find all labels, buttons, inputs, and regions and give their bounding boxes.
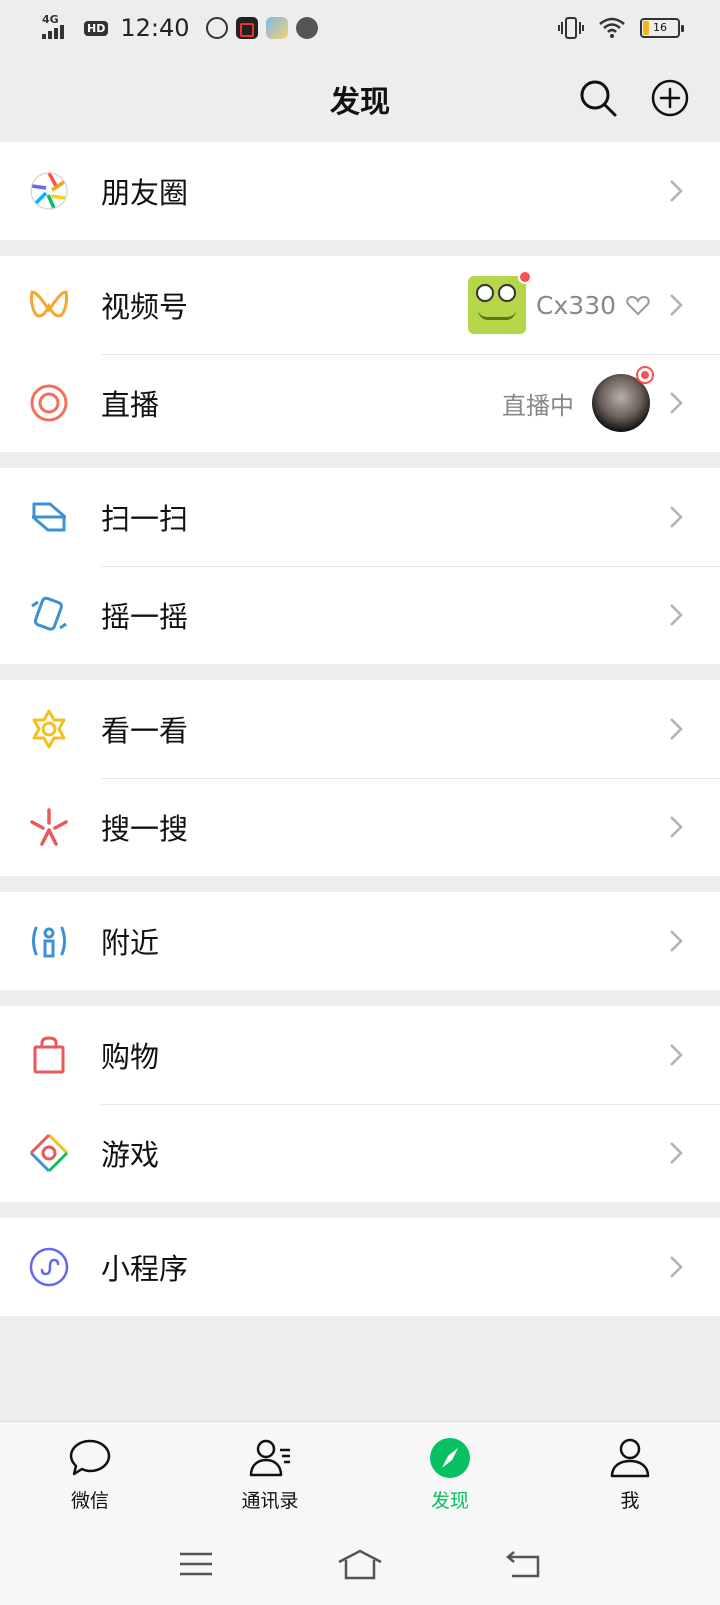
app-notification-icon [265,17,288,39]
chevron-right-icon [670,1142,683,1164]
discover-list: 朋友圈 视频号 Cx330 直播 直播中 扫一扫 摇一摇 看一看 搜一搜 附近 … [0,142,720,1332]
menu-item-mini-programs[interactable]: 小程序 [0,1218,720,1316]
menu-label: 小程序 [101,1252,189,1286]
vibrate-icon [558,17,584,39]
menu-label: 视频号 [101,290,189,324]
menu-label: 扫一扫 [101,502,189,536]
chevron-right-icon [670,1044,683,1066]
network-type: 4G [42,13,59,26]
menu-label: 摇一摇 [101,600,189,634]
nearby-icon [32,926,66,958]
data-saver-icon [205,17,228,39]
scan-icon [32,502,66,532]
me-person-icon [610,1438,650,1478]
group-channels-live: 视频号 Cx330 直播 直播中 [0,256,720,452]
screen-record-icon [235,17,258,39]
clock: 12:40 [120,14,190,42]
top-stories-icon [32,709,66,749]
channels-update: Cx330 [468,270,650,334]
live-now-text: 直播中 [502,391,574,420]
top-header: 发现 [0,56,720,142]
contacts-icon [249,1439,290,1477]
moments-icon [30,172,68,210]
channels-icon [30,290,68,318]
group-shopping-games: 购物 游戏 [0,1006,720,1202]
system-nav-bar [0,1523,720,1605]
group-moments: 朋友圈 [0,142,720,240]
menu-label: 直播 [101,388,160,422]
menu-item-nearby[interactable]: 附近 [0,892,720,990]
group-stories-search: 看一看 搜一搜 [0,680,720,876]
heart-icon [626,295,650,316]
chat-bubble-icon [69,1439,111,1476]
tab-discover[interactable]: 发现 [360,1422,540,1523]
status-right: 16 [558,17,684,39]
menu-label: 游戏 [101,1138,160,1172]
chevron-right-icon [670,1256,683,1278]
games-icon [29,1133,69,1173]
channel-thumbnail [468,270,533,334]
live-status: 直播中 [502,366,654,432]
tab-label: 通讯录 [241,1490,299,1512]
discover-compass-icon [430,1438,470,1478]
add-circle-icon[interactable] [650,78,690,118]
live-avatar [592,366,654,432]
live-indicator-icon [636,366,654,384]
mini-program-icon [29,1247,69,1287]
chevron-right-icon [670,506,683,528]
menu-item-search[interactable]: 搜一搜 [0,778,720,876]
wifi-icon [599,17,625,38]
menu-item-games[interactable]: 游戏 [0,1104,720,1202]
cat-app-icon [295,17,318,39]
menu-item-channels[interactable]: 视频号 Cx330 [0,256,720,354]
back-icon[interactable] [504,1546,544,1582]
tab-chats[interactable]: 微信 [0,1422,180,1523]
chevron-right-icon [670,930,683,952]
status-bar: 4G HD 12:40 16 [0,0,720,56]
tab-me[interactable]: 我 [540,1422,720,1523]
search-star-icon [30,808,68,846]
channel-username: Cx330 [536,290,616,320]
chevron-right-icon [670,816,683,838]
hd-badge: HD [84,20,109,36]
status-left: 4G HD 12:40 [42,13,318,42]
menu-label: 朋友圈 [101,176,189,210]
tab-label: 微信 [70,1490,109,1512]
chevron-right-icon [670,604,683,626]
menu-label: 购物 [101,1040,160,1074]
battery-level: 16 [653,21,667,34]
menu-label: 附近 [101,926,160,960]
menu-item-top-stories[interactable]: 看一看 [0,680,720,778]
home-icon[interactable] [336,1546,384,1582]
search-icon[interactable] [578,78,618,118]
menu-item-live[interactable]: 直播 直播中 [0,354,720,452]
tab-label: 发现 [430,1490,469,1512]
menu-item-moments[interactable]: 朋友圈 [0,142,720,240]
new-badge [518,270,533,284]
tab-label: 我 [620,1490,640,1512]
group-nearby: 附近 [0,892,720,990]
live-icon [30,384,68,422]
group-scan-shake: 扫一扫 摇一摇 [0,468,720,664]
group-mini-programs: 小程序 [0,1218,720,1316]
chevron-right-icon [670,180,683,202]
chevron-right-icon [670,294,683,316]
signal-icon: 4G [42,13,76,39]
shake-icon [31,596,67,631]
menu-item-shake[interactable]: 摇一摇 [0,566,720,664]
chevron-right-icon [670,392,683,414]
tab-contacts[interactable]: 通讯录 [180,1422,360,1523]
chevron-right-icon [670,718,683,740]
shopping-bag-icon [33,1036,65,1074]
menu-item-shopping[interactable]: 购物 [0,1006,720,1104]
page-title: 发现 [330,85,390,120]
menu-label: 搜一搜 [101,812,189,846]
menu-item-scan[interactable]: 扫一扫 [0,468,720,566]
bottom-tab-bar: 微信 通讯录 发现 我 [0,1421,720,1523]
menu-label: 看一看 [101,714,189,748]
battery-icon: 16 [640,18,684,38]
menu-lines-icon[interactable] [176,1546,216,1582]
